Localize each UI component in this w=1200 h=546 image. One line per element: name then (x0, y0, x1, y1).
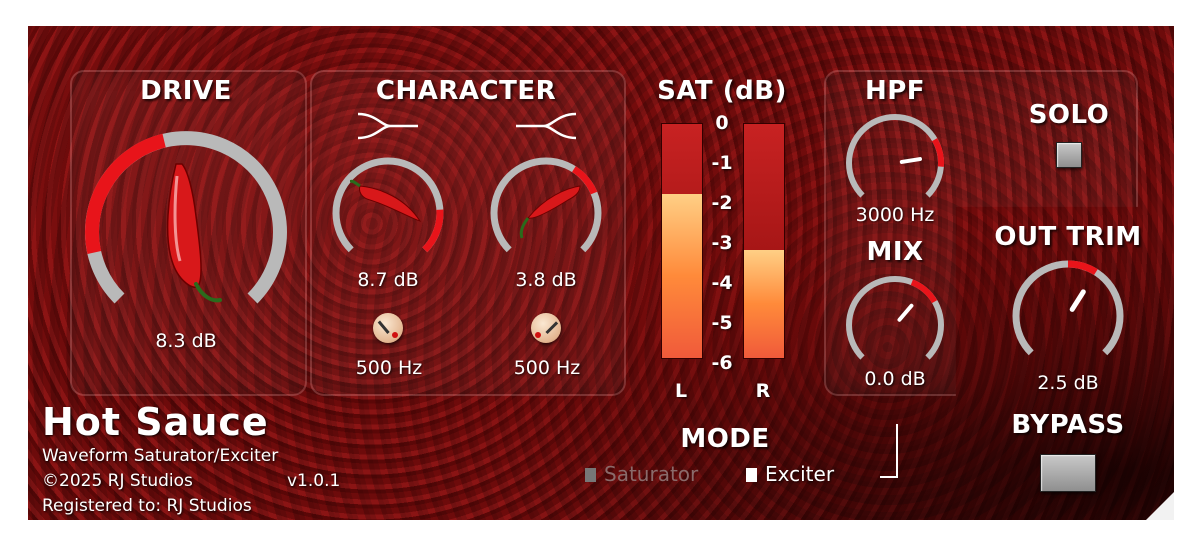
hpf-svg[interactable] (843, 111, 947, 215)
bypass-button[interactable] (1040, 454, 1096, 492)
chili-pepper-small-right-icon (519, 185, 581, 239)
exciter-checkbox[interactable] (746, 468, 757, 482)
plugin-subtitle: Waveform Saturator/Exciter (42, 446, 279, 466)
out-trim-value: 2.5 dB (1037, 372, 1099, 394)
character-right-freq: 500 Hz (513, 357, 581, 379)
mode-bracket (880, 424, 898, 478)
bypass-label: BYPASS (1011, 410, 1125, 440)
plugin-panel: DRIVE 8.3 dB CHARACTER 8.7 dB 3.8 dB 500… (28, 26, 1174, 520)
registered-to: Registered to: RJ Studios (42, 496, 252, 516)
split-arrow-left-icon (516, 112, 577, 140)
character-right-value: 3.8 dB (515, 269, 577, 291)
out-trim-pointer (1069, 289, 1086, 312)
copyright: ©2025 RJ Studios (42, 471, 193, 491)
sat-meter-right-fill (744, 250, 784, 358)
mode-label: MODE (680, 424, 770, 454)
drive-label: DRIVE (140, 76, 232, 106)
hpf-value: 3000 Hz (855, 204, 935, 226)
sat-meter-right (743, 123, 785, 359)
solo-button[interactable] (1056, 142, 1082, 168)
out-trim-svg[interactable] (1010, 258, 1126, 374)
chili-pepper-small-left-icon (350, 179, 422, 222)
hpf-label: HPF (864, 76, 926, 106)
mix-value: 0.0 dB (864, 368, 926, 390)
out-trim-label: OUT TRIM (994, 222, 1142, 252)
character-left-freq: 500 Hz (355, 357, 423, 379)
sat-tick: -4 (711, 272, 733, 294)
saturator-checkbox[interactable] (585, 468, 596, 482)
hpf-arc-track (846, 114, 944, 198)
sat-label: SAT (dB) (657, 76, 787, 106)
character-left-freq-knob[interactable] (373, 313, 403, 343)
mode-option-saturator[interactable]: Saturator (585, 462, 698, 486)
out-trim-arc-track (1012, 260, 1124, 356)
sat-tick: 0 (715, 112, 729, 134)
hpf-pointer (899, 157, 922, 164)
sat-meter-left (661, 123, 703, 359)
plugin-name: Hot Sauce (42, 400, 269, 444)
sat-tick: -2 (711, 192, 733, 214)
hpf-knob[interactable] (843, 111, 947, 215)
mix-label: MIX (866, 237, 924, 267)
character-left-value: 8.7 dB (357, 269, 419, 291)
sat-tick: -6 (711, 352, 733, 374)
sat-tick: -5 (711, 312, 733, 334)
out-trim-knob[interactable] (1010, 258, 1126, 374)
saturator-label: Saturator (604, 462, 699, 486)
mix-svg[interactable] (843, 273, 947, 377)
character-label: CHARACTER (375, 76, 557, 106)
sat-right-label: R (755, 380, 771, 402)
sat-meter-left-fill (662, 194, 702, 358)
version: v1.0.1 (287, 471, 341, 491)
mode-option-exciter[interactable]: Exciter (746, 462, 834, 486)
resize-grip-icon[interactable] (1146, 492, 1174, 520)
mix-arc-fill (910, 279, 938, 304)
sat-tick: -1 (711, 152, 733, 174)
solo-label: SOLO (1028, 100, 1110, 130)
drive-value: 8.3 dB (155, 330, 217, 352)
out-trim-arc-fill (1067, 260, 1098, 276)
chili-pepper-icon (166, 163, 222, 303)
mix-pointer (897, 303, 914, 322)
character-right-freq-knob[interactable] (531, 313, 561, 343)
split-arrow-right-icon (357, 112, 418, 140)
mix-knob[interactable] (843, 273, 947, 377)
exciter-label: Exciter (765, 462, 835, 486)
sat-left-label: L (674, 380, 688, 402)
sat-tick: -3 (711, 232, 733, 254)
